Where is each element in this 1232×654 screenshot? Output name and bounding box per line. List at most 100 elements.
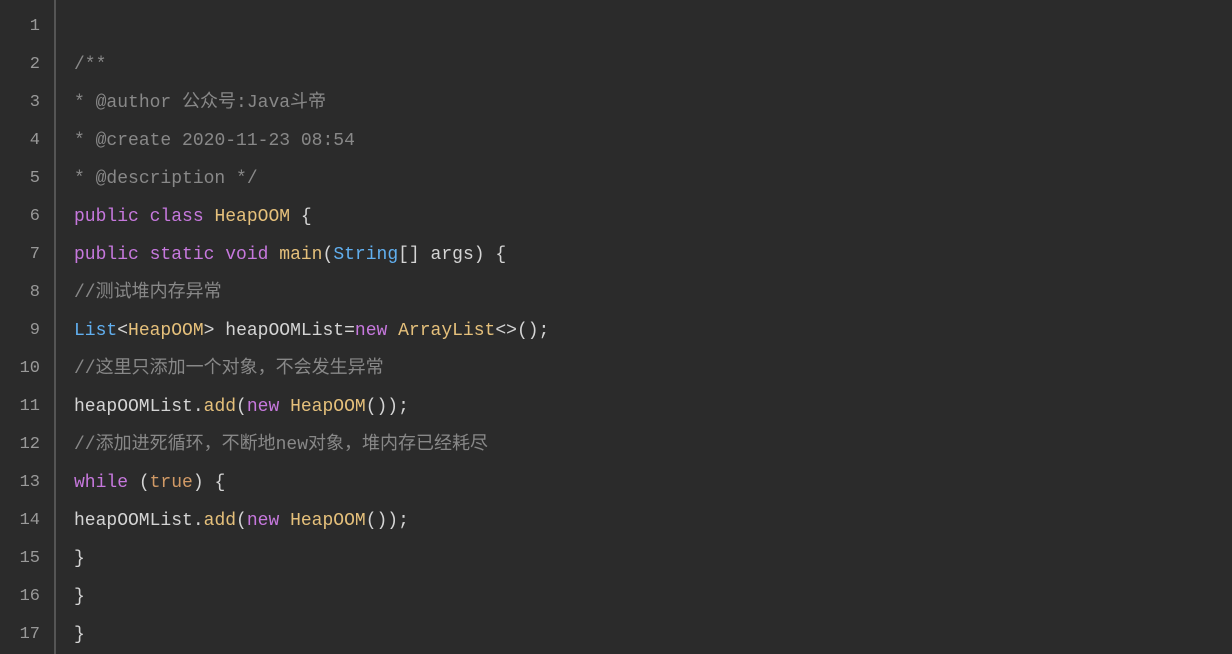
doc-tag-create: @create	[96, 131, 172, 151]
class-ref: HeapOOM	[279, 397, 365, 417]
param-args: args	[420, 245, 474, 265]
code-line-12[interactable]: //添加进死循环，不断地new对象，堆内存已经耗尽	[74, 426, 1232, 464]
brace-close: }	[74, 625, 85, 645]
space	[214, 245, 225, 265]
line-number[interactable]: 7	[0, 236, 54, 274]
line-number[interactable]: 1	[0, 8, 54, 46]
keyword-void: void	[225, 245, 268, 265]
doc-comment-close: */	[225, 169, 257, 189]
line-number[interactable]: 5	[0, 160, 54, 198]
keyword-new: new	[247, 511, 279, 531]
code-editor: 1 2 3 4 5 6 7 8 9 10 11 12 13 14 15 16 1…	[0, 0, 1232, 654]
type-arraylist: ArrayList	[387, 321, 495, 341]
code-line-9[interactable]: List<HeapOOM> heapOOMList=new ArrayList<…	[74, 312, 1232, 350]
brackets: []	[398, 245, 420, 265]
line-number[interactable]: 11	[0, 388, 54, 426]
method-add: add	[204, 511, 236, 531]
diamond: <>	[495, 321, 517, 341]
code-line-7[interactable]: public static void main(String[] args) {	[74, 236, 1232, 274]
code-line-5[interactable]: * @description */	[74, 160, 1232, 198]
doc-tag-author: @author	[96, 93, 172, 113]
line-number[interactable]: 14	[0, 502, 54, 540]
paren-open: (	[128, 473, 150, 493]
literal-true: true	[150, 473, 193, 493]
angle-open: <	[117, 321, 128, 341]
keyword-new: new	[247, 397, 279, 417]
doc-comment-open: /**	[74, 55, 106, 75]
gutter: 1 2 3 4 5 6 7 8 9 10 11 12 13 14 15 16 1…	[0, 0, 56, 654]
keyword-public: public	[74, 207, 139, 227]
code-line-4[interactable]: * @create 2020-11-23 08:54	[74, 122, 1232, 160]
keyword-public: public	[74, 245, 139, 265]
code-line-16[interactable]: }	[74, 578, 1232, 616]
brace-open: {	[301, 207, 312, 227]
code-line-14[interactable]: heapOOMList.add(new HeapOOM());	[74, 502, 1232, 540]
line-comment: //测试堆内存异常	[74, 283, 222, 303]
paren-open: (	[236, 511, 247, 531]
code-line-8[interactable]: //测试堆内存异常	[74, 274, 1232, 312]
code-line-6[interactable]: public class HeapOOM {	[74, 198, 1232, 236]
line-number[interactable]: 13	[0, 464, 54, 502]
class-ref: HeapOOM	[279, 511, 365, 531]
paren-open: (	[323, 245, 334, 265]
space	[290, 207, 301, 227]
line-number[interactable]: 15	[0, 540, 54, 578]
method-main: main	[279, 245, 322, 265]
space	[268, 245, 279, 265]
variable-name: heapOOMList	[214, 321, 344, 341]
keyword-while: while	[74, 473, 128, 493]
line-comment: //这里只添加一个对象，不会发生异常	[74, 359, 384, 379]
code-line-10[interactable]: //这里只添加一个对象，不会发生异常	[74, 350, 1232, 388]
type-list: List	[74, 321, 117, 341]
keyword-class: class	[150, 207, 204, 227]
line-number[interactable]: 12	[0, 426, 54, 464]
code-line-1[interactable]	[74, 8, 1232, 46]
doc-star: *	[74, 93, 96, 113]
generic-type: HeapOOM	[128, 321, 204, 341]
call-end: ());	[366, 511, 409, 531]
paren-open: (	[236, 397, 247, 417]
line-number[interactable]: 17	[0, 616, 54, 654]
space	[139, 245, 150, 265]
doc-tag-description: @description	[96, 169, 226, 189]
code-line-17[interactable]: }	[74, 616, 1232, 654]
line-number[interactable]: 9	[0, 312, 54, 350]
keyword-new: new	[355, 321, 387, 341]
angle-close: >	[204, 321, 215, 341]
keyword-static: static	[150, 245, 215, 265]
brace-open: {	[485, 245, 507, 265]
code-line-3[interactable]: * @author 公众号:Java斗帝	[74, 84, 1232, 122]
code-line-13[interactable]: while (true) {	[74, 464, 1232, 502]
line-number[interactable]: 16	[0, 578, 54, 616]
variable-ref: heapOOMList	[74, 397, 193, 417]
class-name: HeapOOM	[214, 207, 290, 227]
equals: =	[344, 321, 355, 341]
code-line-15[interactable]: }	[74, 540, 1232, 578]
code-area[interactable]: /** * @author 公众号:Java斗帝 * @create 2020-…	[56, 0, 1232, 654]
doc-star: *	[74, 131, 96, 151]
line-number[interactable]: 8	[0, 274, 54, 312]
line-number[interactable]: 10	[0, 350, 54, 388]
call-end: ();	[517, 321, 549, 341]
code-line-11[interactable]: heapOOMList.add(new HeapOOM());	[74, 388, 1232, 426]
doc-create-text: 2020-11-23 08:54	[171, 131, 355, 151]
call-end: ());	[366, 397, 409, 417]
line-number[interactable]: 3	[0, 84, 54, 122]
line-comment-a: //添加进死循环，不断地	[74, 435, 276, 455]
line-comment-new: new	[276, 435, 308, 455]
paren-close: )	[474, 245, 485, 265]
line-comment-b: 对象，堆内存已经耗尽	[308, 435, 488, 455]
line-number[interactable]: 6	[0, 198, 54, 236]
type-string: String	[333, 245, 398, 265]
doc-author-text: 公众号:Java斗帝	[171, 93, 326, 113]
brace-close: }	[74, 549, 85, 569]
space	[139, 207, 150, 227]
code-line-2[interactable]: /**	[74, 46, 1232, 84]
line-number[interactable]: 2	[0, 46, 54, 84]
variable-ref: heapOOMList	[74, 511, 193, 531]
paren-brace: ) {	[193, 473, 225, 493]
dot: .	[193, 511, 204, 531]
brace-close: }	[74, 587, 85, 607]
method-add: add	[204, 397, 236, 417]
line-number[interactable]: 4	[0, 122, 54, 160]
